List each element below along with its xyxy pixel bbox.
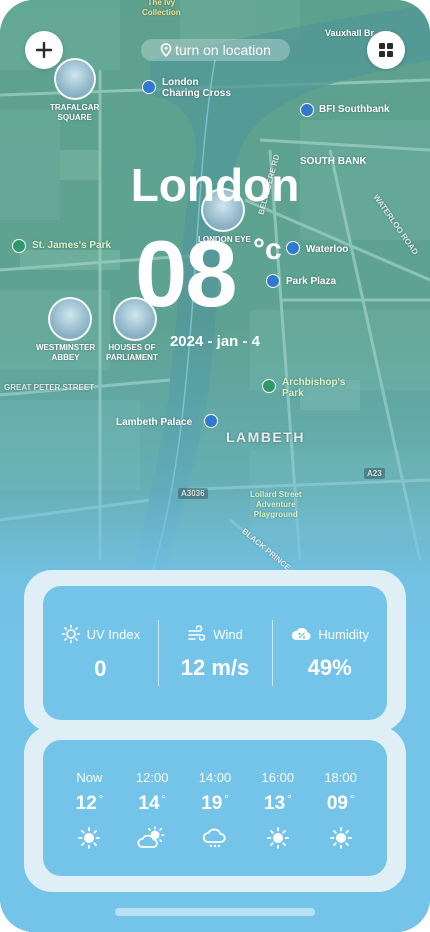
- hourly-forecast-card: Now 12 ° 12:00 14 ° 14:00 19 ° 16:00 13 …: [24, 726, 406, 892]
- location-label: turn on location: [175, 42, 271, 58]
- sun-icon: [329, 827, 352, 849]
- map-pin-parkplaza[interactable]: [266, 274, 280, 288]
- degree-symbol: °: [98, 794, 104, 806]
- hour-time: 16:00: [261, 770, 295, 785]
- stat-wind-value: 12 m/s: [180, 655, 250, 680]
- partly-cloudy-icon: [137, 826, 165, 848]
- map-label-stjames: St. James's Park: [32, 240, 112, 251]
- rain-cloud-icon: [202, 828, 226, 848]
- map-pin-waterloo[interactable]: [286, 241, 300, 255]
- stat-humidity-value: 49%: [307, 655, 352, 680]
- degree-symbol: °: [349, 794, 355, 806]
- temperature-unit: °c: [253, 233, 282, 266]
- map-label-ivy: The Ivy Collection: [142, 0, 181, 17]
- stat-uv-value: 0: [94, 656, 107, 681]
- plus-icon: [35, 41, 53, 59]
- stat-uv-label: UV Index: [86, 626, 141, 642]
- menu-grid-button[interactable]: [367, 31, 405, 69]
- city-name: London: [130, 159, 300, 211]
- hour-temp-value: 13: [264, 793, 286, 814]
- hour-temp: 19 °: [201, 793, 229, 815]
- map-label-a3036: A3036: [178, 488, 208, 499]
- hourly-item: 14:00 19 °: [184, 740, 247, 876]
- hour-time: 12:00: [135, 770, 169, 785]
- map-label-waterloo: Waterloo: [306, 244, 349, 255]
- map-label-vauxhall: Vauxhall Br: [325, 28, 375, 38]
- hour-time: Now: [76, 770, 103, 785]
- hour-temp-value: 09: [326, 793, 348, 814]
- add-city-button[interactable]: [25, 31, 63, 69]
- hourly-item: 12:00 14 °: [121, 740, 184, 876]
- home-indicator[interactable]: [115, 908, 315, 916]
- map-label-greatpeter: GREAT PETER STREET: [4, 383, 95, 392]
- sun-icon: [266, 827, 289, 849]
- map-label-parkplaza: Park Plaza: [286, 276, 337, 287]
- map-pin-stjames[interactable]: [12, 239, 26, 253]
- sun-icon: [61, 624, 80, 644]
- current-temperature: 08: [135, 221, 238, 326]
- map-label-archbishop: Archbishop's Park: [282, 377, 346, 399]
- hour-temp: 14 °: [138, 793, 166, 815]
- map-label-a23: A23: [364, 468, 385, 479]
- stat-humidity: Humidity 49%: [272, 586, 387, 720]
- map-label-trafalgar: TRAFALGAR SQUARE: [50, 103, 100, 122]
- location-pin-icon: [160, 43, 172, 57]
- grid-icon: [379, 43, 393, 57]
- sun-icon: [78, 827, 101, 849]
- map-label-lollard: Lollard Street Adventure Playground: [250, 490, 302, 519]
- conditions-card: UV Index 0 Wind 12 m/s Humidity 49%: [24, 570, 406, 732]
- hourly-item: 18:00 09 °: [309, 740, 372, 876]
- hour-temp: 12 °: [76, 793, 104, 815]
- hour-temp-value: 14: [138, 793, 160, 814]
- map-pin-charing[interactable]: [142, 80, 156, 94]
- hour-temp: 09 °: [327, 793, 355, 815]
- hour-time: 18:00: [324, 770, 357, 785]
- map-label-lambeth: LAMBETH: [226, 429, 305, 445]
- wind-icon: [188, 625, 206, 641]
- stat-humidity-label: Humidity: [318, 626, 369, 642]
- humidity-icon: [292, 628, 311, 640]
- degree-symbol: °: [287, 794, 292, 806]
- hour-temp: 13 °: [264, 793, 292, 815]
- hour-temp-value: 12: [75, 793, 97, 814]
- stat-uv-index: UV Index 0: [43, 586, 158, 720]
- landmark-trafalgar-thumbnail[interactable]: [54, 58, 96, 100]
- hourly-forecast-panel[interactable]: Now 12 ° 12:00 14 ° 14:00 19 ° 16:00 13 …: [43, 740, 387, 876]
- hour-time: 14:00: [198, 770, 232, 785]
- degree-symbol: °: [161, 794, 166, 806]
- conditions-panel: UV Index 0 Wind 12 m/s Humidity 49%: [43, 586, 387, 720]
- map-pin-archbishop[interactable]: [262, 379, 276, 393]
- hourly-item: 16:00 13 °: [246, 740, 309, 876]
- turn-on-location-button[interactable]: turn on location: [141, 39, 290, 61]
- degree-symbol: °: [224, 794, 229, 806]
- map-label-bfi: BFI Southbank: [319, 104, 390, 115]
- map-label-lambethpalace: Lambeth Palace: [116, 417, 193, 428]
- map-pin-lambethpalace[interactable]: [204, 414, 218, 428]
- hourly-item: Now 12 °: [58, 740, 121, 876]
- weather-screen: The Ivy Collection Vauxhall Br TRAFALGAR…: [0, 0, 430, 932]
- current-date: 2024 - jan - 4: [169, 333, 261, 350]
- stat-wind: Wind 12 m/s: [157, 586, 273, 720]
- hour-temp-value: 19: [201, 793, 223, 814]
- map-pin-bfi[interactable]: [300, 103, 314, 117]
- map-label-charing: London Charing Cross: [162, 77, 231, 99]
- stat-wind-label: Wind: [213, 626, 243, 642]
